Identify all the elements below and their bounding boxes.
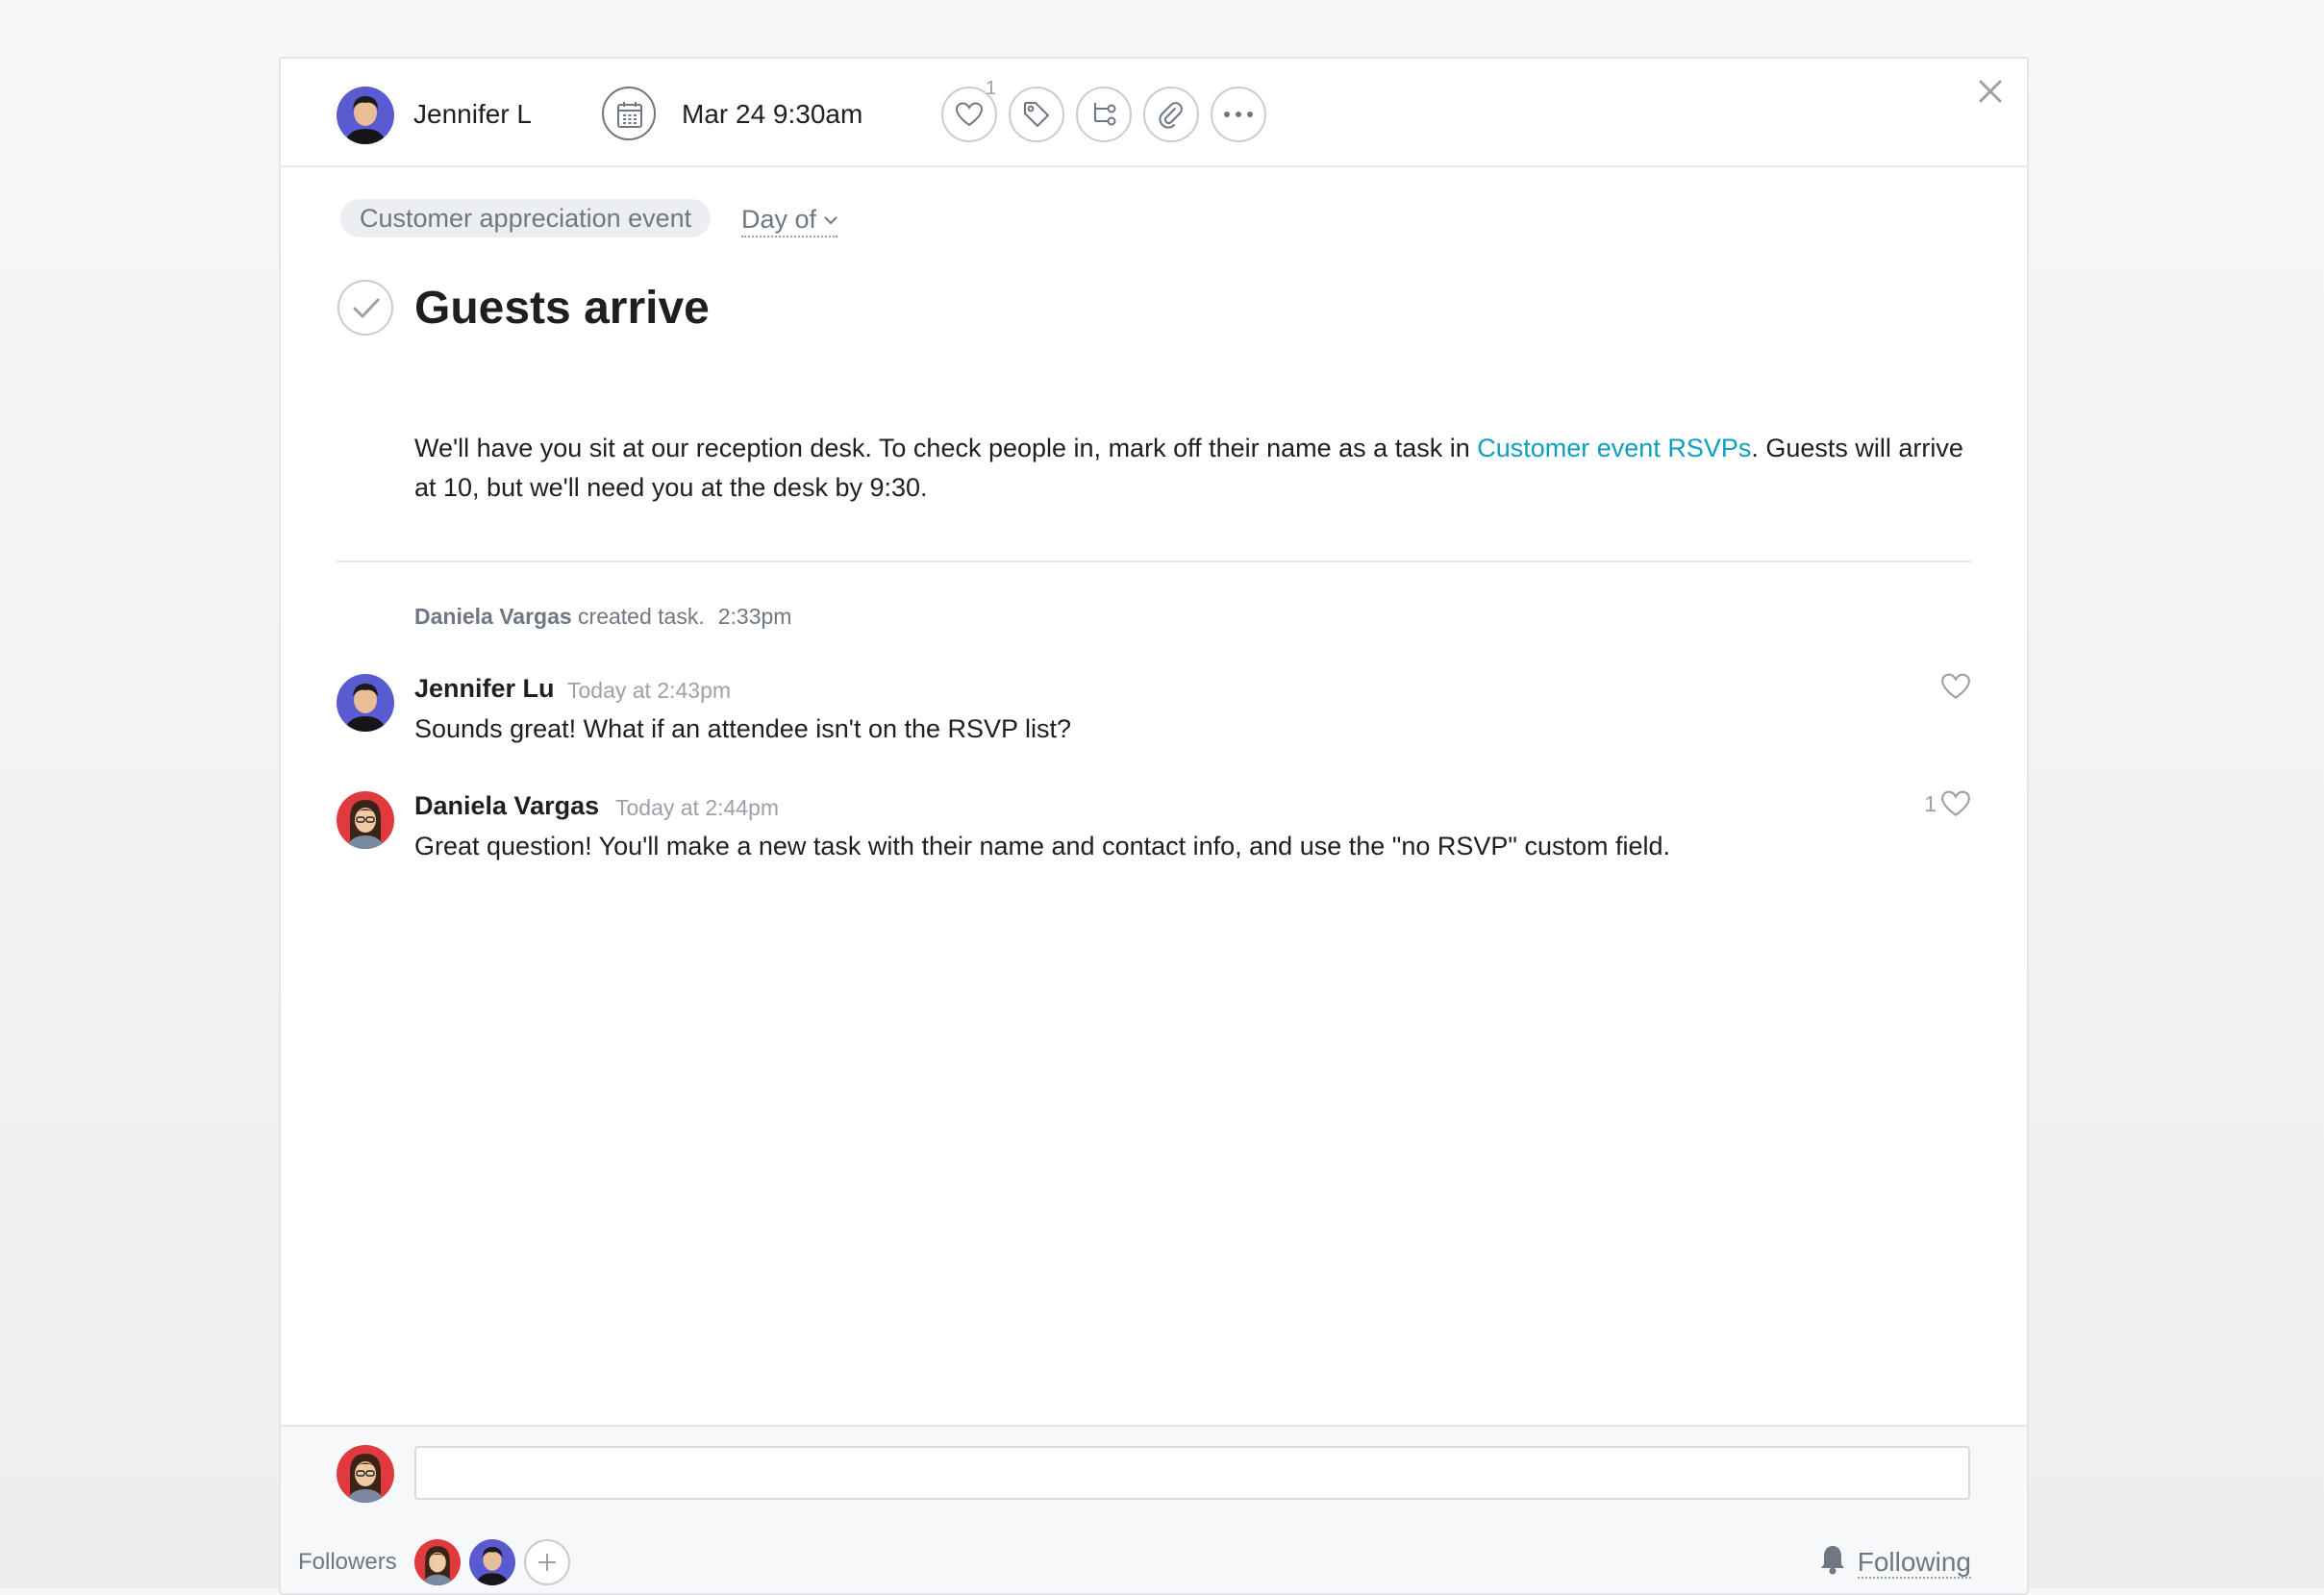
following-toggle[interactable]: Following [1819, 1544, 1971, 1579]
project-pill[interactable]: Customer appreciation event [340, 199, 712, 237]
comment-time: Today at 2:43pm [567, 678, 732, 703]
task-details-pane: Jennifer L Mar 24 9:30am 1 Customer appr… [279, 57, 2029, 1595]
comment-avatar[interactable] [337, 791, 394, 849]
following-label: Following [1857, 1547, 1971, 1579]
subtask-icon [1094, 103, 1116, 126]
comment-author[interactable]: Jennifer Lu [414, 674, 555, 704]
like-count: 1 [986, 78, 997, 99]
close-button[interactable] [1973, 74, 2008, 109]
due-date-button[interactable] [602, 87, 656, 140]
comment-text: Great question! You'll make a new task w… [414, 832, 1671, 860]
heart-icon [1941, 790, 1970, 817]
comment-input[interactable] [414, 1446, 1970, 1500]
story-author[interactable]: Daniela Vargas [414, 604, 572, 629]
comment-like-count: 1 [1924, 791, 1937, 816]
assignee-avatar[interactable] [337, 87, 394, 144]
follower-avatar[interactable] [469, 1539, 515, 1585]
section-dropdown[interactable]: Day of [741, 205, 838, 237]
comment-like-button[interactable] [1940, 672, 1971, 706]
description-text: We'll have you sit at our reception desk… [414, 434, 1478, 462]
check-icon [353, 298, 380, 318]
task-description[interactable]: We'll have you sit at our reception desk… [414, 429, 1991, 508]
followers-label: Followers [298, 1549, 397, 1575]
more-actions-button[interactable] [1211, 87, 1266, 142]
section-label: Day of [741, 205, 817, 234]
comment-avatar[interactable] [337, 674, 394, 732]
task-title[interactable]: Guests arrive [414, 282, 710, 335]
followers-bar: Followers Following [281, 1523, 2027, 1593]
more-icon [1224, 112, 1253, 117]
paperclip-icon [1159, 102, 1183, 129]
story-time: 2:33pm [717, 604, 792, 629]
comment-like-button[interactable] [1940, 789, 1971, 823]
subtasks-button[interactable] [1076, 87, 1132, 142]
comment-author[interactable]: Daniela Vargas [414, 791, 599, 821]
mark-complete-button[interactable] [337, 280, 393, 336]
tag-icon [1024, 102, 1049, 127]
follower-avatar[interactable] [414, 1539, 461, 1585]
divider [337, 561, 1971, 562]
bell-icon [1820, 1546, 1844, 1575]
calendar-icon [617, 102, 642, 128]
close-icon [1979, 80, 2002, 103]
comment-time: Today at 2:44pm [615, 795, 780, 820]
heart-icon [955, 102, 984, 127]
activity-story: Daniela Vargas created task. 2:33pm [414, 604, 791, 630]
plus-icon [538, 1554, 556, 1571]
add-follower-button[interactable] [524, 1539, 570, 1585]
comment-composer [281, 1425, 2027, 1525]
task-toolbar: Jennifer L Mar 24 9:30am 1 [281, 59, 2027, 167]
tags-button[interactable] [1009, 87, 1064, 142]
comment-text: Sounds great! What if an attendee isn't … [414, 714, 1072, 743]
rsvp-project-link[interactable]: Customer event RSVPs [1477, 434, 1751, 462]
due-date[interactable]: Mar 24 9:30am [682, 99, 862, 130]
attachment-button[interactable] [1143, 87, 1199, 142]
current-user-avatar [337, 1445, 394, 1503]
story-action: created task. [571, 604, 705, 629]
heart-icon [1941, 673, 1970, 700]
chevron-down-icon [824, 216, 837, 225]
assignee-name[interactable]: Jennifer L [413, 99, 532, 130]
